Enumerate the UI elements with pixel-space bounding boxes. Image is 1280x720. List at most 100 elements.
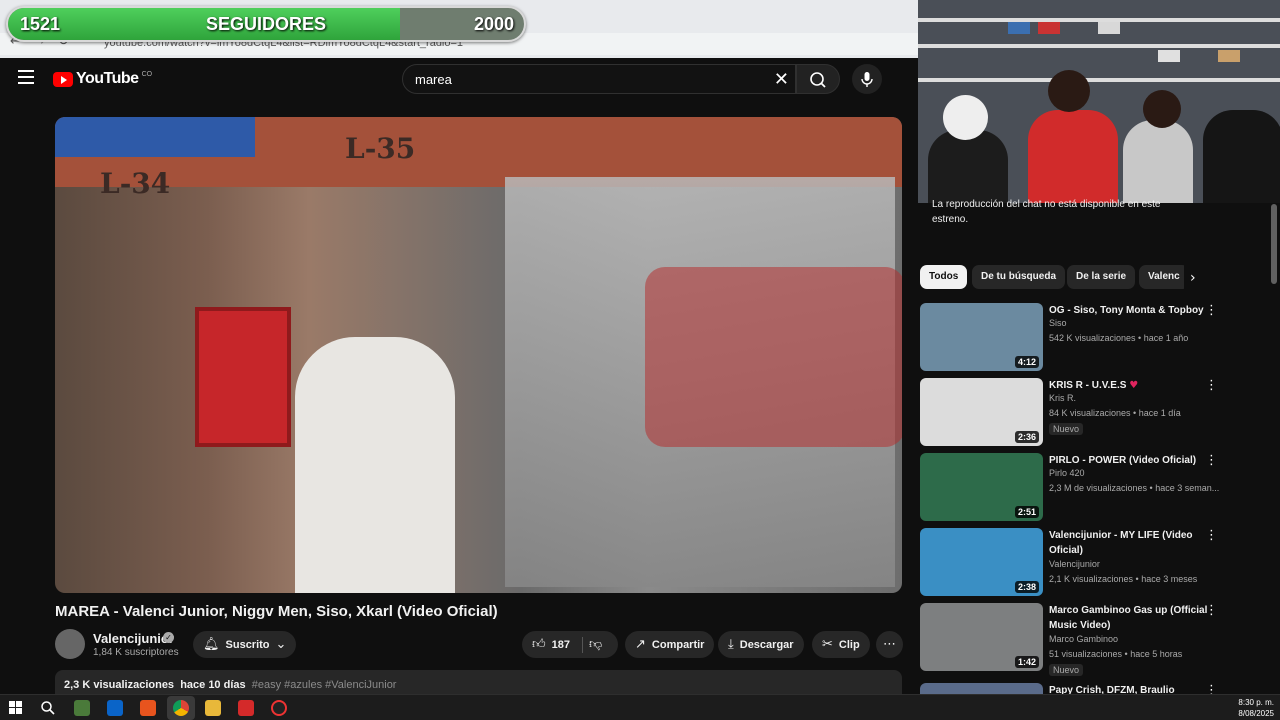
country-code: CO bbox=[141, 70, 153, 78]
taskbar-brave-icon[interactable] bbox=[140, 700, 156, 716]
duration-badge: 2:38 bbox=[1014, 581, 1039, 593]
recommendation-title-text: Marco Gambinoo Gas up (Official Music Vi… bbox=[1049, 605, 1208, 631]
system-clock[interactable]: 8:30 p. m. 8/08/2025 bbox=[1238, 697, 1274, 719]
recommendation-title-text: Valencijunior - MY LIFE (Video Oficial) bbox=[1049, 530, 1193, 556]
channel-name[interactable]: Valencijunior bbox=[93, 631, 174, 646]
recommendation-channel[interactable]: Kris R. bbox=[1049, 393, 1076, 403]
taskbar-chrome-icon[interactable] bbox=[173, 700, 189, 716]
search-query[interactable]: marea bbox=[415, 72, 452, 87]
chip-de-tu-busqueda[interactable]: De tu búsqueda bbox=[972, 265, 1066, 289]
filter-chips: Todos De tu búsqueda De la serie Valenc bbox=[920, 265, 1184, 289]
taskbar-obs-icon[interactable] bbox=[271, 700, 287, 716]
video-player[interactable]: L-34 L-35 bbox=[55, 117, 902, 593]
more-vertical-icon[interactable]: ⋮ bbox=[1205, 528, 1218, 543]
like-count[interactable]: 187 bbox=[552, 639, 570, 651]
view-count: 2,3 K visualizaciones bbox=[64, 679, 175, 691]
recommendation-thumbnail[interactable]: 2:36 bbox=[920, 378, 1043, 446]
video-frame-banner bbox=[55, 117, 255, 157]
clip-label: Clip bbox=[838, 638, 860, 651]
youtube-wordmark: YouTube bbox=[76, 70, 139, 87]
recommendation-meta: 542 K visualizaciones • hace 1 año bbox=[1049, 333, 1189, 343]
cam-shoebox bbox=[1218, 50, 1240, 62]
taskbar-outlook-icon[interactable] bbox=[107, 700, 123, 716]
recommendation-item[interactable]: 2:38 Valencijunior - MY LIFE (Video Ofici… bbox=[920, 528, 1219, 598]
recommendation-meta: 2,1 K visualizaciones • hace 3 meses bbox=[1049, 574, 1198, 584]
microphone-icon bbox=[861, 72, 873, 87]
verified-badge-icon: ✓ bbox=[163, 632, 174, 643]
search-button[interactable] bbox=[796, 64, 840, 94]
voice-search-button[interactable] bbox=[852, 64, 882, 94]
description-stats: 2,3 K visualizaciones hace 10 días #easy… bbox=[64, 679, 396, 691]
recommendation-channel[interactable]: Valencijunior bbox=[1049, 559, 1100, 569]
more-actions-button[interactable]: ⋯ bbox=[876, 631, 903, 658]
search-input[interactable]: marea ✕ bbox=[402, 64, 796, 94]
recommendation-channel[interactable]: Marco Gambinoo bbox=[1049, 634, 1118, 644]
recommendation-thumbnail[interactable]: 1:42 bbox=[920, 603, 1043, 671]
recommendation-item[interactable]: 4:12 OG - Siso, Tony Monta & Topboy Siso 54… bbox=[920, 303, 1219, 373]
chevron-down-icon: ⌄ bbox=[275, 637, 287, 652]
subscribed-button[interactable]: 🔔︎ Suscrito ⌄ bbox=[193, 631, 297, 658]
recommendation-thumbnail[interactable]: 2:51 bbox=[920, 453, 1043, 521]
recommendation-thumbnail[interactable]: 4:12 bbox=[920, 303, 1043, 371]
recommendation-title[interactable]: KRIS R - U.V.E.S ♥ bbox=[1049, 378, 1219, 393]
recommendation-meta: 84 K visualizaciones • hace 1 día bbox=[1049, 408, 1181, 418]
subscribed-label: Suscrito bbox=[225, 638, 270, 651]
recommendation-channel[interactable]: Pirlo 420 bbox=[1049, 468, 1085, 478]
recommendation-channel[interactable]: Siso bbox=[1049, 318, 1067, 328]
share-button[interactable]: ↗ Compartir bbox=[625, 631, 715, 658]
recommendation-item[interactable]: 2:51 PIRLO - POWER (Video Oficial) Pirlo 4… bbox=[920, 453, 1220, 523]
bell-icon: 🔔︎ bbox=[203, 637, 220, 652]
follower-goal-bar: 1521 SEGUIDORES 2000 bbox=[6, 6, 526, 42]
heart-icon: ♥ bbox=[1129, 380, 1139, 391]
follower-goal: 2000 bbox=[473, 14, 514, 34]
chevron-right-icon[interactable]: › bbox=[1190, 270, 1196, 286]
chip-de-la-serie[interactable]: De la serie bbox=[1067, 265, 1136, 289]
youtube-logo[interactable]: YouTube CO bbox=[53, 70, 152, 88]
recommendation-item[interactable]: 2:36 KRIS R - U.V.E.S ♥ Kris R. 84 K visual… bbox=[920, 378, 1219, 448]
chip-valenc[interactable]: Valenc bbox=[1139, 265, 1184, 289]
recommendation-title[interactable]: PIRLO - POWER (Video Oficial) bbox=[1049, 453, 1219, 468]
more-vertical-icon[interactable]: ⋮ bbox=[1205, 603, 1218, 618]
sidebar-scrollbar[interactable] bbox=[1271, 204, 1277, 284]
recommendation-title[interactable]: OG - Siso, Tony Monta & Topboy bbox=[1049, 303, 1219, 318]
menu-icon[interactable] bbox=[18, 70, 34, 84]
clip-button[interactable]: ✂ Clip bbox=[812, 631, 870, 658]
like-icon[interactable]: 👍︎ bbox=[532, 637, 546, 652]
duration-badge: 4:12 bbox=[1014, 356, 1039, 368]
download-button[interactable]: ⤓ Descargar bbox=[718, 631, 804, 658]
streamer-webcam bbox=[918, 0, 1280, 203]
download-label: Descargar bbox=[739, 638, 794, 651]
cam-shoebox bbox=[1038, 22, 1060, 34]
cam-white-cap bbox=[943, 95, 988, 140]
duration-badge: 1:42 bbox=[1014, 656, 1039, 668]
more-vertical-icon[interactable]: ⋮ bbox=[1205, 378, 1218, 393]
cam-person bbox=[1123, 120, 1193, 203]
recommendation-meta: 2,3 M de visualizaciones • hace 3 seman.… bbox=[1049, 483, 1220, 493]
windows-start-icon[interactable] bbox=[9, 701, 22, 714]
description-box[interactable]: 2,3 K visualizaciones hace 10 días #easy… bbox=[55, 670, 902, 694]
video-frame-sign-l35: L-35 bbox=[345, 132, 416, 165]
youtube-play-icon bbox=[53, 71, 73, 87]
cam-person bbox=[928, 130, 1008, 203]
more-vertical-icon[interactable]: ⋮ bbox=[1205, 453, 1218, 468]
video-frame-sign-l34: L-34 bbox=[100, 167, 171, 200]
more-vertical-icon[interactable]: ⋮ bbox=[1205, 303, 1218, 318]
recommendation-thumbnail[interactable]: 2:38 bbox=[920, 528, 1043, 596]
like-dislike-group: 👍︎ 187 👎︎ bbox=[522, 631, 618, 658]
recommendation-item[interactable]: 1:42 Marco Gambinoo Gas up (Official Musi… bbox=[920, 603, 1219, 676]
taskbar-search-icon[interactable] bbox=[40, 700, 56, 716]
chip-todos[interactable]: Todos bbox=[920, 265, 968, 289]
channel-avatar[interactable] bbox=[55, 629, 85, 659]
taskbar-widgets-icon[interactable] bbox=[74, 700, 90, 716]
dislike-icon[interactable]: 👎︎ bbox=[589, 637, 602, 652]
hashtags[interactable]: #easy #azules #ValenciJunior bbox=[252, 679, 397, 691]
scissors-icon: ✂ bbox=[822, 637, 833, 652]
video-frame-fire-extinguisher bbox=[195, 307, 291, 447]
taskbar-file-explorer-icon[interactable] bbox=[205, 700, 221, 716]
clear-search-icon[interactable]: ✕ bbox=[774, 69, 789, 90]
recommendation-title[interactable]: Marco Gambinoo Gas up (Official Music Vi… bbox=[1049, 603, 1219, 633]
taskbar-app-icon[interactable] bbox=[238, 700, 254, 716]
cam-person-head bbox=[1143, 90, 1181, 128]
recommendation-title-text: OG - Siso, Tony Monta & Topboy bbox=[1049, 305, 1204, 316]
recommendation-title[interactable]: Valencijunior - MY LIFE (Video Oficial) bbox=[1049, 528, 1219, 558]
